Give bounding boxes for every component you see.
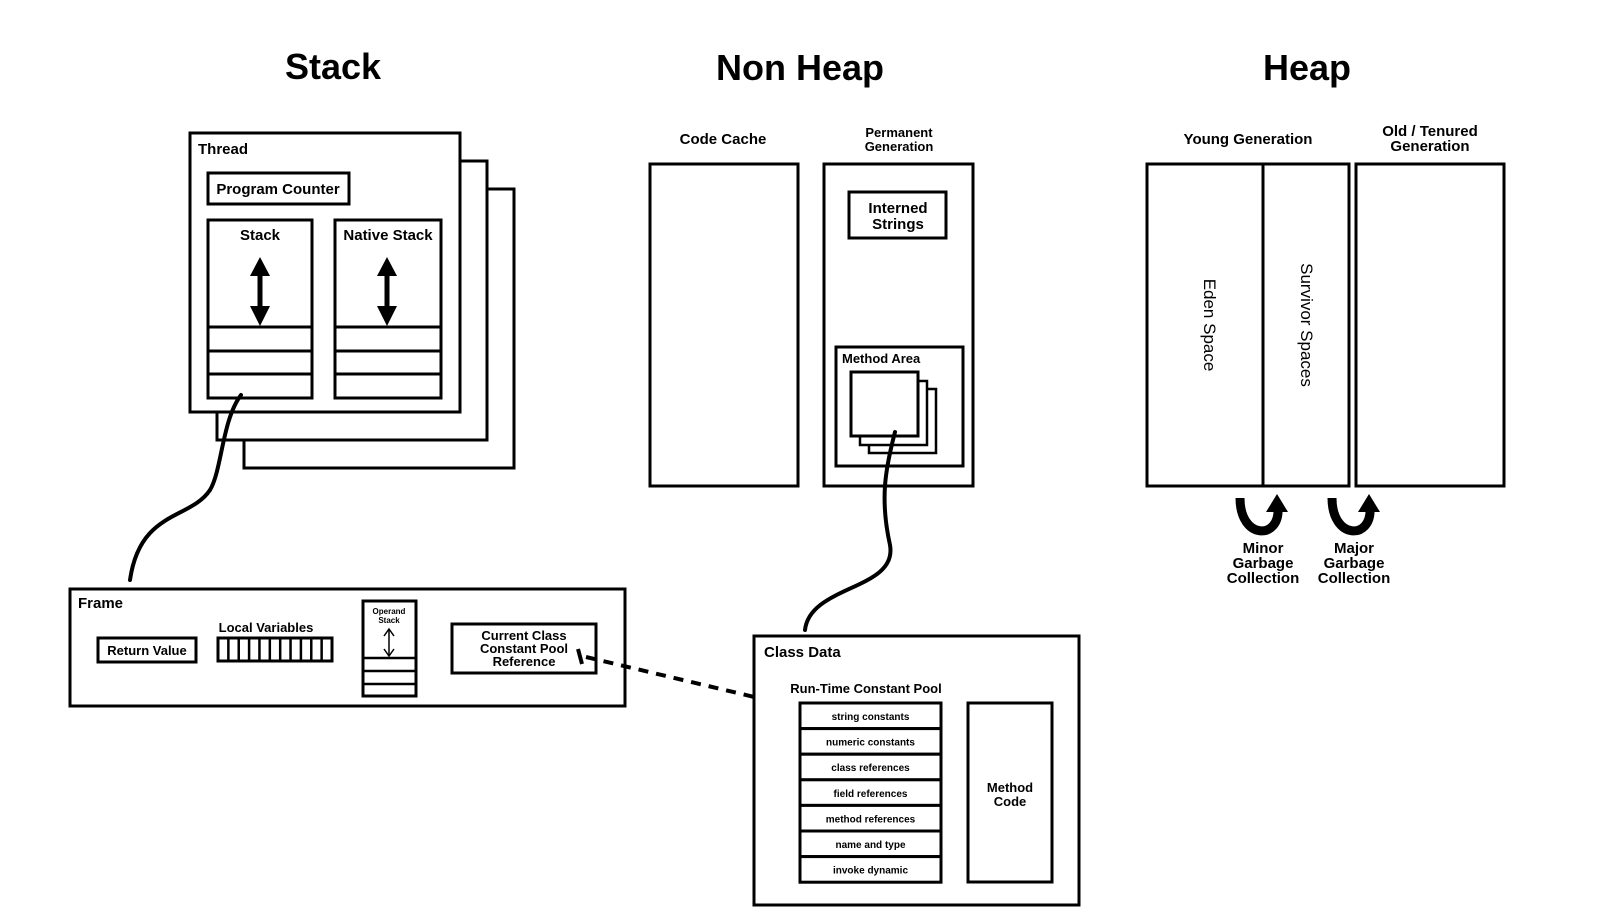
rtcp-item-label: invoke dynamic bbox=[833, 866, 908, 877]
frame-title: Frame bbox=[78, 595, 123, 612]
perm-gen-label-2: Generation bbox=[865, 139, 934, 154]
major-gc-arrow-icon bbox=[1327, 494, 1380, 536]
rtcp-item-label: method references bbox=[826, 814, 916, 825]
section-title-non-heap: Non Heap bbox=[716, 47, 884, 88]
class-data-title: Class Data bbox=[764, 644, 841, 661]
minor-gc-arrow-icon bbox=[1235, 494, 1288, 536]
method-area-card-1 bbox=[849, 370, 920, 438]
operand-stack-label-2: Stack bbox=[378, 616, 400, 625]
rtcp-item-label: class references bbox=[831, 763, 910, 774]
code-cache-box bbox=[648, 162, 800, 488]
thread-title: Thread bbox=[198, 141, 248, 158]
section-title-heap: Heap bbox=[1263, 47, 1351, 88]
method-area-label: Method Area bbox=[842, 351, 921, 366]
local-variables-box bbox=[216, 636, 334, 663]
rtcp-item-label: name and type bbox=[835, 840, 905, 851]
ccpr-label-3: Reference bbox=[493, 654, 556, 669]
frame-group: Frame Return Value Local Variables Opera… bbox=[68, 587, 627, 708]
interned-strings-label-2: Strings bbox=[872, 216, 924, 233]
eden-space-label: Eden Space bbox=[1200, 279, 1219, 372]
rtcp-item-label: field references bbox=[834, 789, 908, 800]
interned-strings-label-1: Interned bbox=[868, 200, 927, 217]
thread-group: Thread Program Counter Stack Native Stac… bbox=[188, 131, 516, 470]
jvm-memory-diagram: Stack Non Heap Heap Thread Program Count… bbox=[68, 46, 1506, 907]
old-gen-box bbox=[1354, 162, 1506, 488]
survivor-spaces-label: Survivor Spaces bbox=[1297, 263, 1316, 387]
operand-stack-label-1: Operand bbox=[373, 607, 406, 616]
perm-gen-label-1: Permanent bbox=[865, 125, 933, 140]
major-gc-label-3: Collection bbox=[1318, 570, 1391, 587]
young-gen-label: Young Generation bbox=[1184, 131, 1313, 148]
local-variables-label: Local Variables bbox=[219, 620, 314, 635]
java-stack-label: Stack bbox=[240, 227, 281, 244]
rtcp-list: string constants numeric constants class r… bbox=[798, 701, 943, 884]
native-stack-label: Native Stack bbox=[343, 227, 433, 244]
minor-gc-label-3: Collection bbox=[1227, 570, 1300, 587]
method-code-label-2: Code bbox=[994, 794, 1027, 809]
rtcp-title: Run-Time Constant Pool bbox=[790, 681, 941, 696]
rtcp-item-label: numeric constants bbox=[826, 738, 915, 749]
method-code-label-1: Method bbox=[987, 780, 1033, 795]
section-title-stack: Stack bbox=[285, 46, 382, 87]
return-value-label: Return Value bbox=[107, 643, 186, 658]
old-gen-label-2: Generation bbox=[1390, 138, 1469, 155]
code-cache-label: Code Cache bbox=[680, 131, 767, 148]
program-counter-label: Program Counter bbox=[216, 181, 340, 198]
rtcp-item-label: string constants bbox=[832, 712, 910, 723]
young-gen-box bbox=[1145, 162, 1351, 488]
